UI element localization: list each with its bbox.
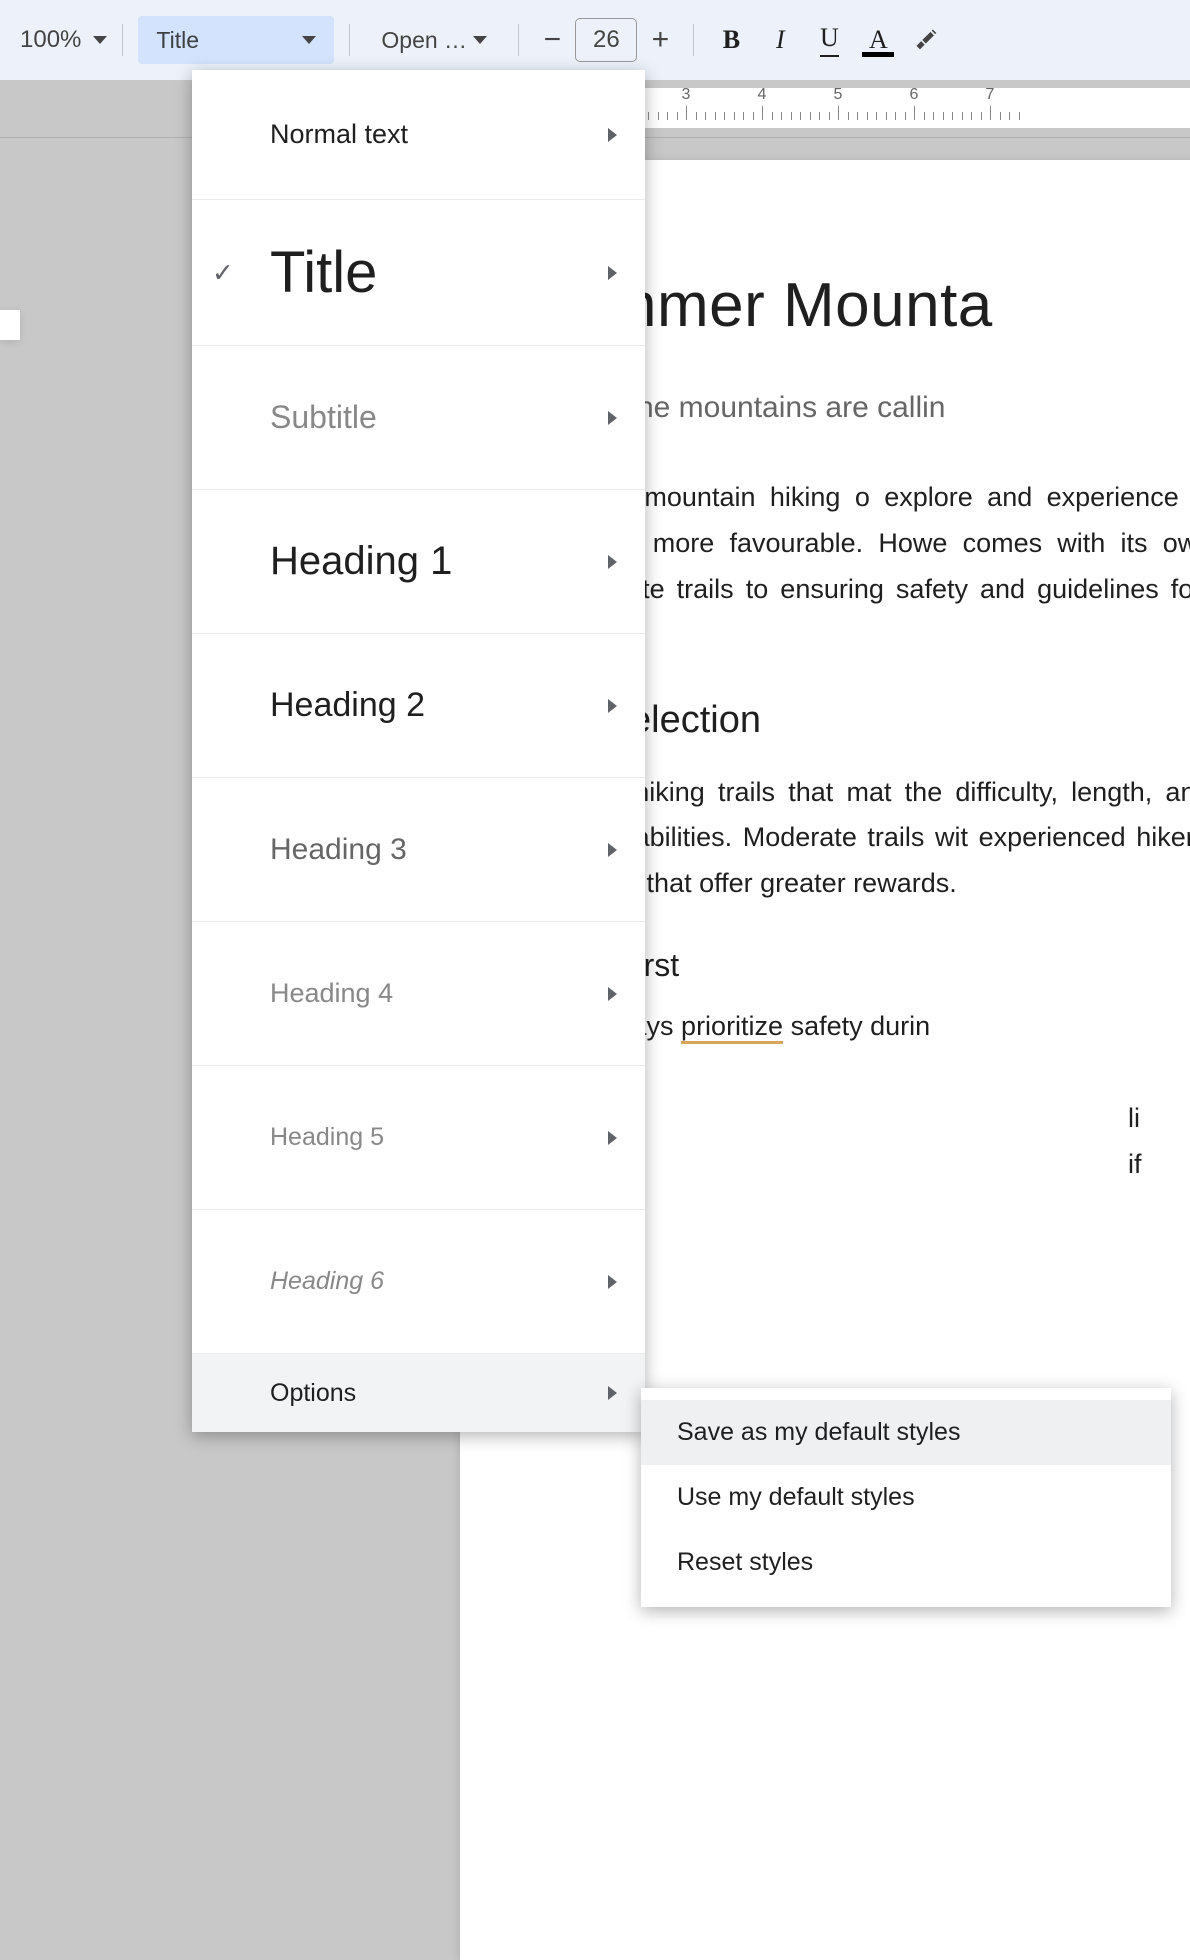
style-option-label: Title [270,239,377,306]
style-option-heading-3[interactable]: Heading 3 [192,778,645,922]
style-option-label: Normal text [270,119,408,150]
submenu-arrow-icon [608,987,617,1001]
font-selected-label: Open … [381,27,467,54]
ruler-number: 4 [758,86,767,104]
caret-down-icon [302,36,316,44]
page-fragment [0,310,20,340]
toolbar: 100% Title Open … − + B I U A [0,0,1190,80]
style-option-heading-5[interactable]: Heading 5 [192,1066,645,1210]
italic-button[interactable]: I [758,18,802,62]
style-options-item[interactable]: Options [192,1354,645,1432]
use-default-styles-item[interactable]: Use my default styles [641,1465,1171,1530]
ruler-number: 7 [986,86,995,104]
text-color-button[interactable]: A [856,18,900,62]
increase-font-size-button[interactable]: + [642,22,678,58]
checkmark-icon: ✓ [212,257,234,288]
style-options-submenu: Save as my default styles Use my default… [641,1388,1171,1607]
style-option-label: Heading 3 [270,833,407,867]
style-option-heading-2[interactable]: Heading 2 [192,634,645,778]
highlight-color-button[interactable] [905,18,949,62]
submenu-arrow-icon [608,128,617,142]
options-label: Options [270,1379,356,1408]
submenu-arrow-icon [608,1275,617,1289]
highlighter-icon [913,26,941,54]
submenu-arrow-icon [608,411,617,425]
style-option-label: Heading 1 [270,539,452,584]
paragraph-style-selector[interactable]: Title [138,16,334,64]
style-option-label: Heading 2 [270,686,425,725]
caret-down-icon [473,36,487,44]
font-selector[interactable]: Open … [365,16,503,64]
toolbar-divider [122,24,123,56]
ruler-number: 6 [910,86,919,104]
toolbar-divider [518,24,519,56]
underline-button[interactable]: U [807,18,851,62]
toolbar-divider [693,24,694,56]
ruler-number: 3 [682,86,691,104]
caret-down-icon [93,36,107,44]
style-option-heading-4[interactable]: Heading 4 [192,922,645,1066]
submenu-arrow-icon [608,1131,617,1145]
decrease-font-size-button[interactable]: − [534,22,570,58]
save-default-styles-item[interactable]: Save as my default styles [641,1400,1171,1465]
zoom-selector[interactable]: 100% [20,26,107,54]
bold-button[interactable]: B [709,18,753,62]
style-dropdown: Normal text ✓ Title Subtitle Heading 1 Headin… [192,70,645,1432]
style-option-normal-text[interactable]: Normal text [192,70,645,200]
style-option-title[interactable]: ✓ Title [192,200,645,346]
submenu-arrow-icon [608,699,617,713]
style-option-heading-1[interactable]: Heading 1 [192,490,645,634]
submenu-arrow-icon [608,555,617,569]
zoom-value: 100% [20,26,81,54]
style-option-label: Heading 4 [270,978,393,1009]
style-option-label: Heading 5 [270,1123,384,1152]
submenu-arrow-icon [608,1386,617,1400]
style-option-subtitle[interactable]: Subtitle [192,346,645,490]
style-option-label: Subtitle [270,399,377,436]
submenu-arrow-icon [608,843,617,857]
toolbar-divider [349,24,350,56]
reset-styles-item[interactable]: Reset styles [641,1530,1171,1595]
ruler-number: 5 [834,86,843,104]
submenu-arrow-icon [608,266,617,280]
style-option-label: Heading 6 [270,1267,384,1296]
font-size-input[interactable] [575,18,637,62]
style-option-heading-6[interactable]: Heading 6 [192,1210,645,1354]
style-selected-label: Title [156,27,199,54]
